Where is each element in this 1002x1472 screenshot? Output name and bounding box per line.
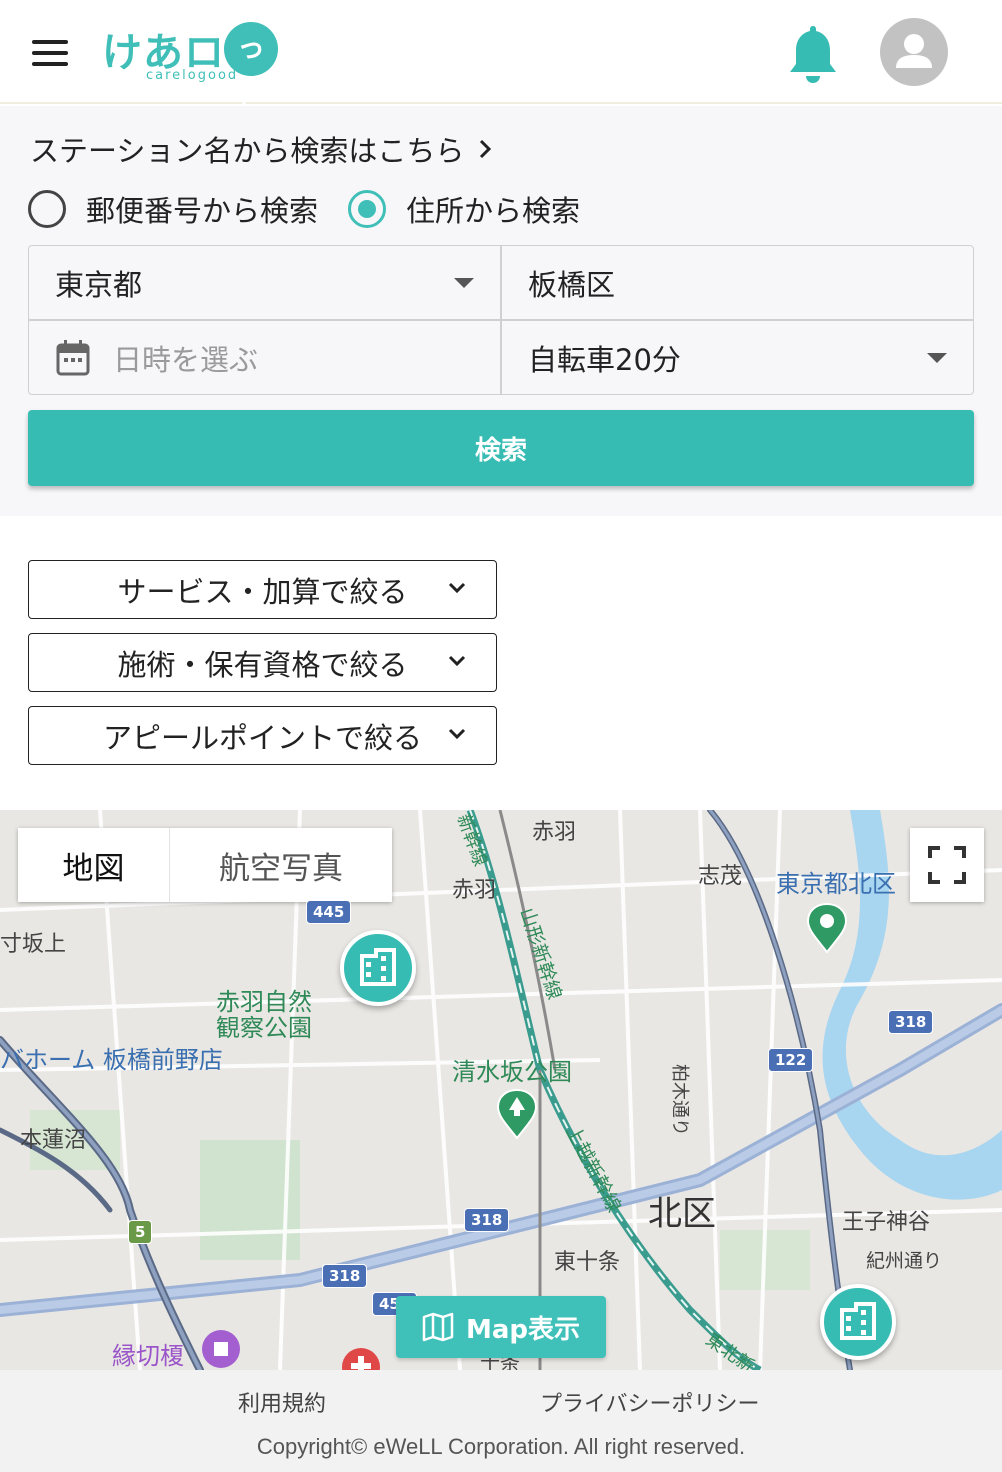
facility-marker-icon[interactable] <box>340 930 416 1006</box>
station-link-label: ステーション名から検索はこちら <box>30 134 465 168</box>
map-label-hasunuma: 本蓮沼 <box>20 1128 87 1153</box>
park-pin-icon[interactable] <box>496 1088 538 1140</box>
prefecture-select[interactable]: 東京都 <box>28 245 501 320</box>
chevron-down-icon <box>448 728 466 740</box>
filter-service[interactable]: サービス・加算で絞る <box>28 560 497 619</box>
map-label-akabane-station: 赤羽 <box>452 878 497 903</box>
location-pin-icon[interactable] <box>806 902 848 954</box>
fullscreen-icon[interactable] <box>910 828 984 902</box>
road-badge: 318 <box>888 1010 934 1034</box>
city-field[interactable]: 板橋区 <box>501 245 974 320</box>
map-label-enkirienoki: 縁切榎 <box>112 1342 184 1370</box>
filter-service-label: サービス・加算で絞る <box>117 574 408 609</box>
hospital-pin-icon[interactable] <box>340 1346 382 1370</box>
logo[interactable]: けあログ っと carelogood <box>102 18 282 116</box>
facility-marker-icon[interactable] <box>820 1284 896 1360</box>
station-search-link[interactable]: ステーション名から検索はこちら <box>30 128 492 170</box>
road-badge: 445 <box>306 900 352 924</box>
map-label-shimo: 志茂 <box>698 864 743 889</box>
radio-postal-label: 郵便番号から検索 <box>86 194 319 228</box>
prefecture-value: 東京都 <box>55 267 143 302</box>
logo-subtext: carelogood <box>146 68 239 83</box>
privacy-link[interactable]: プライバシーポリシー <box>540 1386 760 1418</box>
map-label-home: バホーム 板橋前野店 <box>0 1046 223 1074</box>
map-type-aerial[interactable]: 航空写真 <box>170 828 392 902</box>
footer: 利用規約 プライバシーポリシー Copyright© eWeLL Corpora… <box>0 1370 1002 1472</box>
menu-icon[interactable] <box>32 40 68 66</box>
copyright: Copyright© eWeLL Corporation. All right … <box>256 1434 746 1459</box>
search-panel: ステーション名から検索はこちら 郵便番号から検索 住所から検索 東京都 板橋区 … <box>0 106 1002 516</box>
terms-link[interactable]: 利用規約 <box>238 1386 326 1418</box>
radio-address[interactable] <box>348 190 387 228</box>
map-display-label: Map表示 <box>465 1314 581 1345</box>
map-display-button[interactable]: Map表示 <box>396 1296 606 1358</box>
map-label-sakaue: 寸坂上 <box>0 932 67 957</box>
notification-bell-icon[interactable] <box>786 22 840 86</box>
temple-pin-icon[interactable] <box>200 1328 242 1370</box>
travel-select[interactable]: 自転車20分 <box>501 320 974 395</box>
chevron-down-icon <box>448 655 466 667</box>
radio-address-label: 住所から検索 <box>406 194 581 228</box>
map-label-akabane-park2: 観察公園 <box>216 1014 312 1042</box>
map-icon <box>422 1312 454 1342</box>
map-label-kita-tokyo: 東京都北区 <box>776 870 896 898</box>
map-label-shimizuzaka: 清水坂公園 <box>452 1058 572 1086</box>
map-label-kashiwagi: 柏木通り <box>669 1064 690 1136</box>
calendar-icon <box>56 339 90 375</box>
map-label-akabane: 赤羽 <box>532 820 577 845</box>
map-label-oji: 王子神谷 <box>842 1210 931 1235</box>
search-button[interactable]: 検索 <box>28 410 974 486</box>
map-view[interactable]: 地図 航空写真 赤羽 赤羽 志茂 東京都北区 寸坂上 赤羽自然 観察公園 バホー… <box>0 810 1002 1370</box>
map-label-higashijujo: 東十条 <box>554 1250 621 1275</box>
filter-appeal-label: アピールポイントで絞る <box>102 720 422 755</box>
date-picker[interactable]: 日時を選ぶ <box>28 320 501 395</box>
app-header: けあログ っと carelogood <box>0 0 1002 116</box>
user-avatar-icon[interactable] <box>880 18 948 86</box>
filter-qualification[interactable]: 施術・保有資格で絞る <box>28 633 497 692</box>
chevron-down-icon <box>448 582 466 594</box>
date-placeholder: 日時を選ぶ <box>113 342 259 377</box>
city-value: 板橋区 <box>528 267 616 302</box>
road-badge: 318 <box>464 1208 510 1232</box>
map-label-kishu: 紀州通り <box>866 1250 943 1272</box>
map-type-map[interactable]: 地図 <box>18 828 170 902</box>
road-badge: 5 <box>128 1220 153 1244</box>
map-label-kita-ku: 北区 <box>648 1194 716 1234</box>
road-badge: 318 <box>322 1264 368 1288</box>
caret-down-icon <box>454 278 474 288</box>
radio-postal[interactable] <box>28 190 66 228</box>
chevron-right-icon <box>480 139 492 159</box>
map-type-control: 地図 航空写真 <box>18 828 392 902</box>
search-mode-radios: 郵便番号から検索 住所から検索 <box>28 188 610 230</box>
travel-value: 自転車20分 <box>528 342 681 377</box>
filter-qualification-label: 施術・保有資格で絞る <box>117 647 408 682</box>
road-badge: 122 <box>768 1048 814 1072</box>
filter-appeal[interactable]: アピールポイントで絞る <box>28 706 497 765</box>
caret-down-icon <box>927 353 947 363</box>
